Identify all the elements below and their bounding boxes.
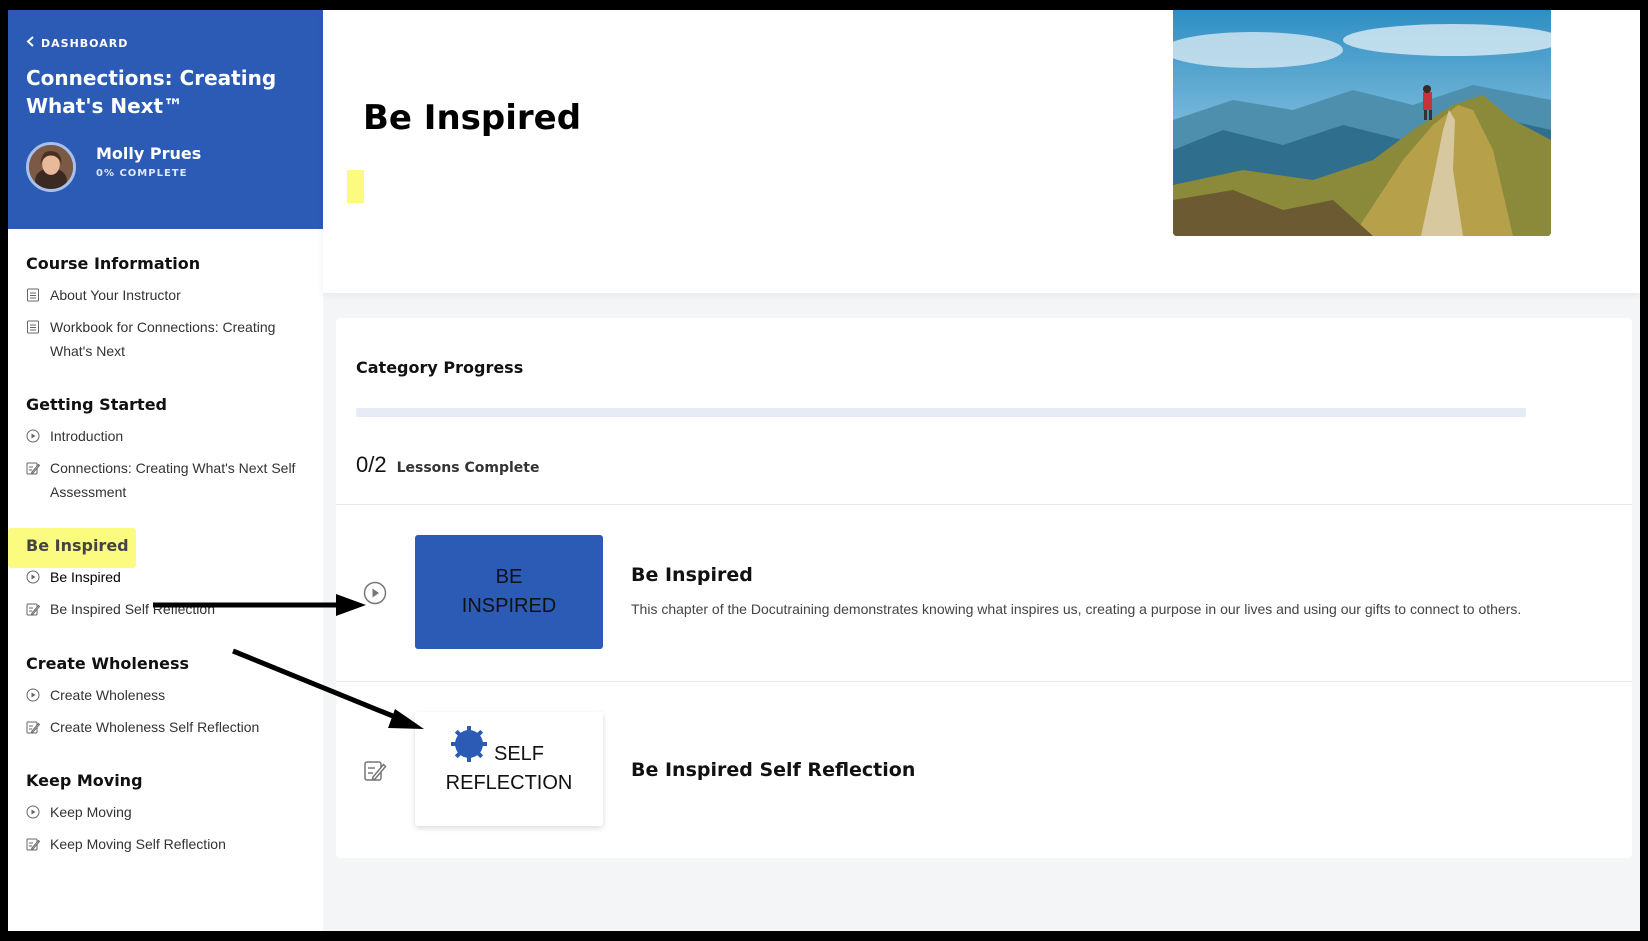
sidebar-item-workbook[interactable]: Workbook for Connections: Creating What'… (26, 315, 316, 363)
sidebar-item-create-wholeness[interactable]: Create Wholeness (26, 683, 316, 707)
progress-bar (356, 408, 1526, 417)
lesson-title[interactable]: Be Inspired (631, 564, 753, 586)
sidebar-item-label: About Your Instructor (50, 287, 181, 303)
section-title: Be Inspired (26, 536, 129, 555)
sidebar-item-be-inspired[interactable]: Be Inspired (26, 565, 316, 589)
edit-form-icon (26, 832, 40, 856)
thumbnail-line: REFLECTION (445, 772, 573, 794)
category-progress-title: Category Progress (356, 358, 524, 377)
sidebar-item-keep-moving-self-reflection[interactable]: Keep Moving Self Reflection (26, 832, 316, 856)
sidebar-item-be-inspired-self-reflection[interactable]: Be Inspired Self Reflection (26, 597, 316, 621)
play-circle-icon (363, 581, 387, 605)
lesson-title[interactable]: Be Inspired Self Reflection (631, 759, 915, 781)
sidebar-item-label: Create Wholeness Self Reflection (50, 719, 260, 735)
section-title: Keep Moving (26, 771, 143, 790)
section-create-wholeness: Create Wholeness Create Wholeness Create… (26, 654, 316, 747)
avatar[interactable] (26, 142, 76, 192)
sidebar-item-introduction[interactable]: Introduction (26, 424, 316, 448)
document-icon (26, 315, 40, 339)
play-circle-icon (26, 800, 40, 824)
section-title: Course Information (26, 254, 201, 273)
user-progress: 0% COMPLETE (96, 168, 188, 179)
lessons-complete: 0/2 Lessons Complete (356, 452, 539, 478)
course-title: Connections: Creating What's Next™ (26, 66, 277, 118)
thumbnail-line: SELF (493, 743, 545, 765)
sidebar-item-self-assessment[interactable]: Connections: Creating What's Next Self A… (26, 456, 316, 504)
play-circle-icon (26, 424, 40, 448)
lessons-complete-label: Lessons Complete (396, 460, 540, 476)
sidebar-item-label: Keep Moving Self Reflection (50, 836, 226, 852)
sidebar-header: DASHBOARD Connections: Creating What's N… (8, 10, 323, 229)
hero-image (1173, 10, 1551, 236)
sidebar-item-label: Be Inspired (50, 569, 121, 585)
lesson-thumbnail[interactable]: SELF REFLECTION (415, 712, 603, 826)
sidebar-item-keep-moving[interactable]: Keep Moving (26, 800, 316, 824)
document-icon (26, 283, 40, 307)
edit-form-icon (26, 456, 40, 480)
sidebar-item-create-wholeness-self-reflection[interactable]: Create Wholeness Self Reflection (26, 715, 316, 739)
lesson-row-be-inspired-self-reflection[interactable]: SELF REFLECTION Be Inspired Self Reflect… (336, 681, 1632, 858)
play-circle-icon (26, 565, 40, 589)
edit-form-icon (26, 597, 40, 621)
thumbnail-line: INSPIRED (461, 595, 557, 617)
section-title: Getting Started (26, 395, 167, 414)
highlight-mark (347, 170, 364, 203)
sidebar-item-label: Workbook for Connections: Creating What'… (50, 319, 276, 359)
edit-form-icon (363, 758, 387, 782)
sidebar-item-label: Connections: Creating What's Next Self A… (50, 460, 296, 500)
sidebar-item-label: Keep Moving (50, 804, 132, 820)
section-course-information: Course Information About Your Instructor… (26, 254, 316, 371)
user-name: Molly Prues (96, 144, 202, 163)
thumbnail-line: BE (495, 566, 523, 588)
page-title: Be Inspired (363, 98, 582, 138)
section-title: Create Wholeness (26, 654, 190, 673)
lesson-description: This chapter of the Docutraining demonst… (631, 601, 1522, 617)
chevron-left-icon (26, 36, 35, 50)
lesson-thumbnail[interactable]: BE INSPIRED (415, 535, 603, 649)
lesson-row-be-inspired[interactable]: BE INSPIRED Be Inspired This chapter of … (336, 504, 1632, 681)
dashboard-link-label: DASHBOARD (41, 36, 129, 50)
section-be-inspired: Be Inspired Be Inspired Be Inspired Self… (26, 536, 316, 629)
section-keep-moving: Keep Moving Keep Moving Keep Moving Self… (26, 771, 316, 864)
app-frame: DASHBOARD Connections: Creating What's N… (8, 10, 1640, 931)
dashboard-back-link[interactable]: DASHBOARD (26, 36, 128, 50)
page-header: Be Inspired (323, 10, 1640, 293)
sidebar-item-label: Introduction (50, 428, 124, 444)
sidebar-item-about-instructor[interactable]: About Your Instructor (26, 283, 316, 307)
sidebar: DASHBOARD Connections: Creating What's N… (8, 10, 323, 931)
lessons-complete-count: 0/2 (356, 452, 387, 477)
section-getting-started: Getting Started Introduction Connections… (26, 395, 316, 512)
category-progress-card: Category Progress 0/2 Lessons Complete B… (336, 318, 1632, 858)
sidebar-item-label: Be Inspired Self Reflection (50, 601, 215, 617)
edit-form-icon (26, 715, 40, 739)
sidebar-item-label: Create Wholeness (50, 687, 166, 703)
play-circle-icon (26, 683, 40, 707)
